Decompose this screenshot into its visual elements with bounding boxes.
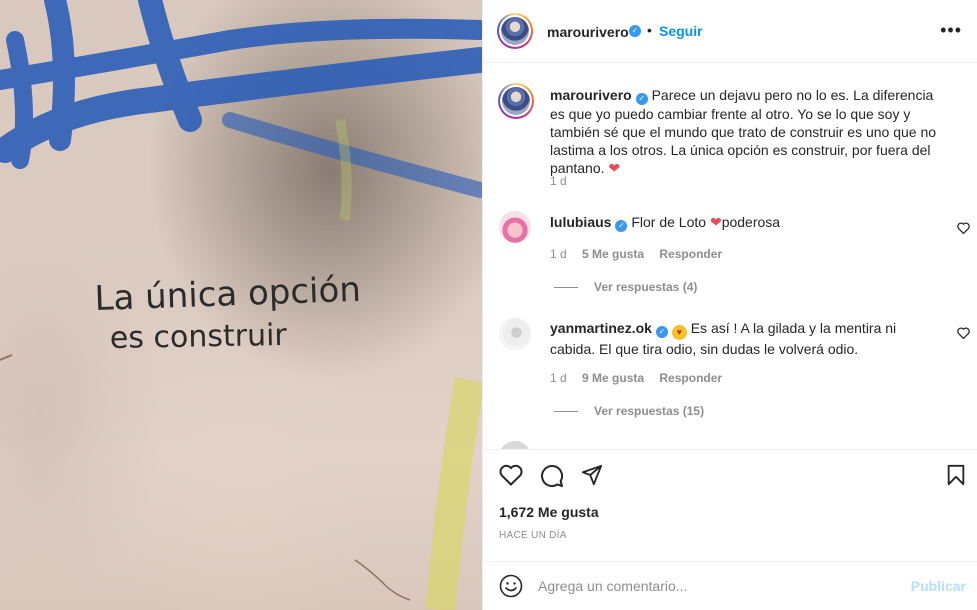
comment-text-after: poderosa [721, 214, 781, 230]
commenter-avatar[interactable] [499, 318, 531, 350]
follow-button[interactable]: Seguir [659, 23, 703, 39]
view-replies-label: Ver respuestas (4) [594, 280, 698, 294]
caption-username[interactable]: marourivero [550, 87, 632, 103]
red-heart-emoji: ❤ [709, 214, 722, 230]
view-replies-label: Ver respuestas (15) [594, 404, 705, 418]
add-comment-bar: Publicar [483, 561, 977, 610]
post-header: marourivero ✓ • Seguir ••• [483, 0, 977, 63]
verified-badge-icon: ✓ [615, 220, 628, 232]
comment-text: Flor de Loto [631, 214, 707, 230]
comment-like-heart-icon[interactable] [957, 327, 970, 339]
bookmark-icon[interactable] [946, 464, 966, 486]
comment-likes-count[interactable]: 5 Me gusta [582, 247, 644, 261]
view-replies-button[interactable]: Ver respuestas (4) [554, 280, 697, 294]
verified-badge-icon: ✓ [635, 93, 648, 105]
wall-text-line1: La única opción [94, 270, 362, 319]
heart-icon[interactable] [499, 464, 523, 486]
comment-time[interactable]: 1 d [550, 371, 567, 385]
action-bar [483, 449, 977, 489]
post-panel: marourivero ✓ • Seguir ••• marourivero ✓ … [482, 0, 977, 610]
heart-eyes-emoji: ♥ [671, 325, 687, 340]
red-heart-emoji: ❤ [608, 160, 621, 176]
wall-text-line2: es construir [110, 318, 288, 356]
comment-meta: 1 d 9 Me gusta Responder [550, 371, 734, 385]
caption-avatar[interactable] [498, 83, 534, 119]
graffiti-wall: La única opción es construir [0, 0, 482, 610]
comment-time[interactable]: 1 d [550, 247, 567, 261]
divider-line [554, 287, 578, 289]
divider-line [554, 411, 578, 413]
view-replies-button[interactable]: Ver respuestas (15) [554, 404, 704, 418]
caption: marourivero ✓ Parece un dejavu pero no lo… [550, 86, 945, 177]
comment: lulubiaus ✓ Flor de Loto ❤poderosa [550, 213, 945, 232]
comment-input[interactable] [538, 576, 888, 596]
commenter-avatar[interactable] [499, 441, 531, 449]
smile-icon[interactable] [499, 574, 523, 598]
comment-meta: 1 d 5 Me gusta Responder [550, 247, 734, 261]
more-horizontal-icon[interactable]: ••• [940, 20, 962, 41]
reply-button[interactable]: Responder [659, 371, 722, 385]
caption-time[interactable]: 1 d [550, 174, 567, 188]
commenter-avatar[interactable] [499, 211, 531, 243]
caption-meta: 1 d [550, 174, 579, 188]
comment-icon[interactable] [540, 464, 564, 488]
post-time[interactable]: HACE UN DÍA [499, 530, 567, 541]
likes-count[interactable]: 1,672 Me gusta [499, 504, 599, 520]
separator-dot: • [647, 22, 652, 38]
share-icon[interactable] [581, 464, 603, 486]
author-username[interactable]: marourivero [547, 24, 629, 40]
verified-badge-icon: ✓ [655, 326, 668, 338]
comment-username[interactable]: yanmartinez.ok [550, 320, 652, 336]
comment-like-heart-icon[interactable] [957, 222, 970, 234]
comment: yanmartinez.ok ✓ ♥ Es así ! A la gilada y… [550, 319, 945, 358]
reply-button[interactable]: Responder [659, 247, 722, 261]
verified-badge-icon: ✓ [629, 25, 641, 37]
post-photo[interactable]: La única opción es construir [0, 0, 482, 610]
comment-likes-count[interactable]: 9 Me gusta [582, 371, 644, 385]
comments-list[interactable]: marourivero ✓ Parece un dejavu pero no lo… [483, 63, 977, 449]
publish-button[interactable]: Publicar [911, 578, 966, 594]
author-avatar[interactable] [497, 13, 533, 49]
comment-username[interactable]: lulubiaus [550, 214, 611, 230]
